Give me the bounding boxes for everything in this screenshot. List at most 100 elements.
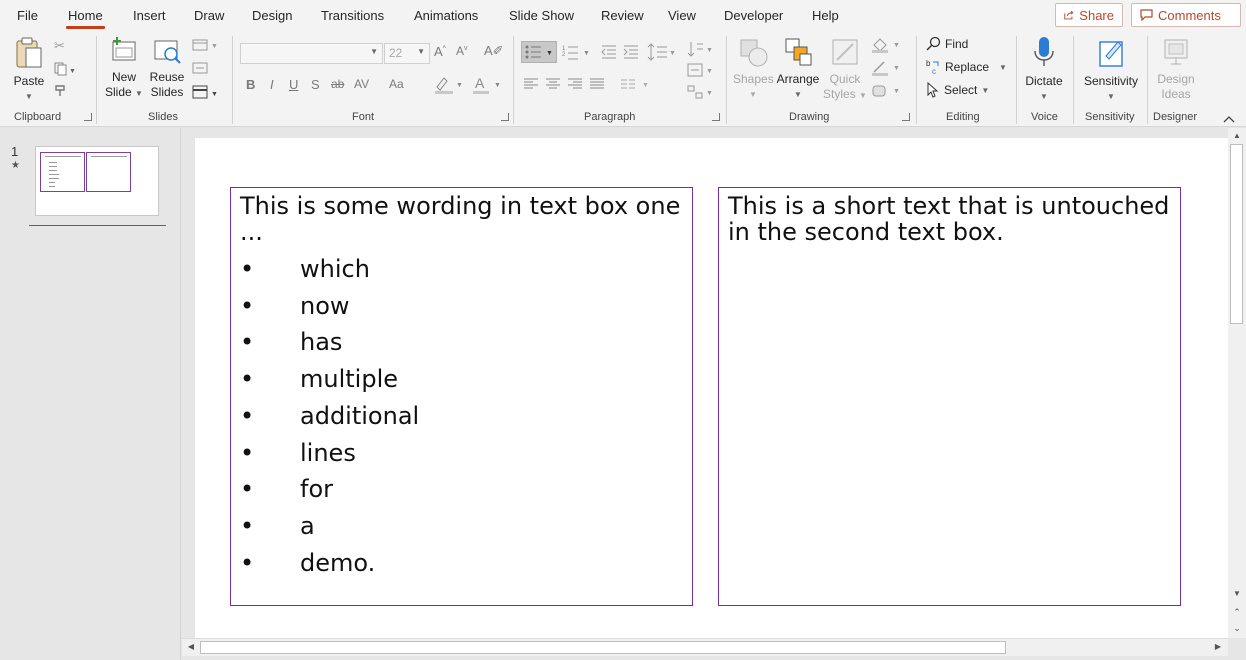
search-icon (926, 36, 941, 51)
tab-design[interactable]: Design (252, 8, 292, 23)
quick-styles-button[interactable]: Quick Styles ▼ (823, 36, 867, 103)
layout-icon[interactable]: ▼ (192, 38, 220, 55)
font-group-label: Font (352, 111, 375, 123)
decrease-font-icon[interactable]: Av (456, 44, 468, 58)
animation-star-icon: ★ (11, 160, 20, 171)
font-name-combo[interactable]: ▼ (240, 43, 383, 64)
columns-icon[interactable]: ▼ (620, 77, 652, 94)
section-icon[interactable]: ▼ (192, 84, 220, 103)
horizontal-scroll-thumb[interactable] (200, 641, 1006, 654)
shape-fill-icon[interactable]: ▼ (871, 37, 903, 56)
align-left-icon[interactable] (523, 77, 539, 94)
copy-icon[interactable]: ▼ (54, 62, 76, 79)
shape-effects-icon[interactable]: ▼ (871, 83, 903, 102)
align-right-icon[interactable] (567, 77, 583, 94)
shape-outline-icon[interactable]: ▼ (871, 60, 903, 79)
chevron-down-icon: ▼ (999, 62, 1007, 72)
tab-home[interactable]: Home (66, 8, 105, 29)
list-item: now (240, 288, 683, 325)
shapes-label: Shapes (733, 72, 774, 86)
list-item: additional (240, 398, 683, 435)
strikethrough-button[interactable]: ab (331, 77, 344, 91)
arrange-label: Arrange (776, 72, 820, 86)
shapes-button[interactable]: Shapes ▼ (733, 36, 774, 102)
comments-label: Comments (1158, 7, 1221, 23)
arrange-button[interactable]: Arrange ▼ (775, 36, 821, 102)
bullets-button[interactable]: ▼ (521, 41, 557, 63)
next-slide-icon[interactable]: ⌄ (1229, 620, 1245, 636)
font-launcher-icon[interactable] (501, 113, 509, 121)
tab-review[interactable]: Review (601, 8, 644, 23)
vertical-scroll-thumb[interactable] (1230, 144, 1243, 324)
font-color-icon[interactable]: A ▼ (472, 75, 504, 98)
tab-file[interactable]: File (17, 8, 38, 23)
tab-view[interactable]: View (668, 8, 696, 23)
drawing-launcher-icon[interactable] (902, 113, 910, 121)
svg-text:▼: ▼ (211, 43, 218, 50)
svg-text:b: b (926, 59, 931, 68)
horizontal-scrollbar[interactable]: ◀ ▶ (182, 638, 1228, 656)
bullet-list: which now has multiple additional lines … (240, 251, 683, 581)
text-box-two[interactable]: This is a short text that is untouched i… (718, 187, 1181, 606)
reuse-slides-button[interactable]: Reuse Slides (148, 36, 186, 100)
design-ideas-button[interactable]: Design Ideas (1154, 36, 1198, 102)
shadow-button[interactable]: S (311, 77, 320, 92)
scroll-left-icon[interactable]: ◀ (183, 639, 199, 655)
justify-icon[interactable] (589, 77, 605, 94)
increase-indent-icon[interactable] (622, 44, 640, 63)
sensitivity-button[interactable]: Sensitivity ▼ (1080, 36, 1142, 104)
increase-font-icon[interactable]: A^ (434, 44, 446, 59)
replace-button[interactable]: bc Replace ▼ (926, 59, 1007, 75)
format-painter-icon[interactable] (54, 84, 68, 101)
italic-button[interactable]: I (270, 77, 274, 92)
list-item: multiple (240, 361, 683, 398)
tab-animations[interactable]: Animations (414, 8, 478, 23)
vertical-scrollbar[interactable]: ▲ ▼ ⌃ ⌄ (1228, 128, 1246, 638)
scroll-up-icon[interactable]: ▲ (1229, 128, 1245, 144)
svg-text:▼: ▼ (706, 47, 713, 54)
collapse-ribbon-icon[interactable] (1223, 112, 1235, 126)
new-slide-button[interactable]: New Slide ▼ (104, 36, 144, 101)
paragraph-launcher-icon[interactable] (712, 113, 720, 121)
text-box-one[interactable]: This is some wording in text box one ...… (230, 187, 693, 606)
cut-icon[interactable]: ✂ (54, 38, 65, 54)
tab-draw[interactable]: Draw (194, 8, 224, 23)
paste-button[interactable]: Paste ▼ (12, 36, 46, 104)
tab-help[interactable]: Help (812, 8, 839, 23)
numbering-icon[interactable]: 1 2 ▼ (561, 42, 593, 65)
share-button[interactable]: Share (1055, 3, 1123, 27)
tab-developer[interactable]: Developer (724, 8, 783, 23)
decrease-indent-icon[interactable] (600, 44, 618, 63)
font-size-combo[interactable]: 22 ▼ (384, 43, 430, 64)
highlight-icon[interactable]: ▼ (434, 75, 466, 98)
scroll-right-icon[interactable]: ▶ (1210, 639, 1226, 655)
clipboard-launcher-icon[interactable] (84, 113, 92, 121)
select-button[interactable]: Select ▼ (926, 82, 989, 98)
comments-button[interactable]: Comments (1131, 3, 1241, 27)
bold-button[interactable]: B (246, 77, 255, 92)
text-direction-icon[interactable]: ▼ (686, 40, 716, 61)
line-spacing-icon[interactable]: ▼ (647, 42, 677, 65)
text-box-two-text: This is a short text that is untouched i… (728, 192, 1170, 246)
separator (726, 36, 727, 124)
change-case-button[interactable]: Aa (389, 77, 404, 91)
slide-editing-area: This is some wording in text box one ...… (182, 128, 1228, 638)
slide-thumbnail[interactable] (35, 146, 159, 216)
dictate-button[interactable]: Dictate ▼ (1022, 36, 1066, 104)
tab-transitions[interactable]: Transitions (321, 8, 384, 23)
tab-slide-show[interactable]: Slide Show (509, 8, 574, 23)
smartart-icon[interactable]: ▼ (686, 84, 716, 103)
previous-slide-icon[interactable]: ⌃ (1229, 604, 1245, 620)
character-spacing-button[interactable]: AV (354, 77, 369, 91)
scroll-down-icon[interactable]: ▼ (1229, 586, 1245, 602)
clear-formatting-icon[interactable]: A✐ (484, 43, 504, 59)
align-center-icon[interactable] (545, 77, 561, 94)
align-text-icon[interactable]: ▼ (686, 62, 716, 81)
slide[interactable]: This is some wording in text box one ...… (195, 138, 1228, 638)
underline-button[interactable]: U (289, 77, 298, 92)
svg-text:▼: ▼ (706, 90, 713, 97)
tab-insert[interactable]: Insert (133, 8, 166, 23)
reset-icon[interactable] (192, 61, 208, 78)
chevron-down-icon: ▼ (370, 47, 378, 56)
find-button[interactable]: Find (926, 36, 968, 51)
